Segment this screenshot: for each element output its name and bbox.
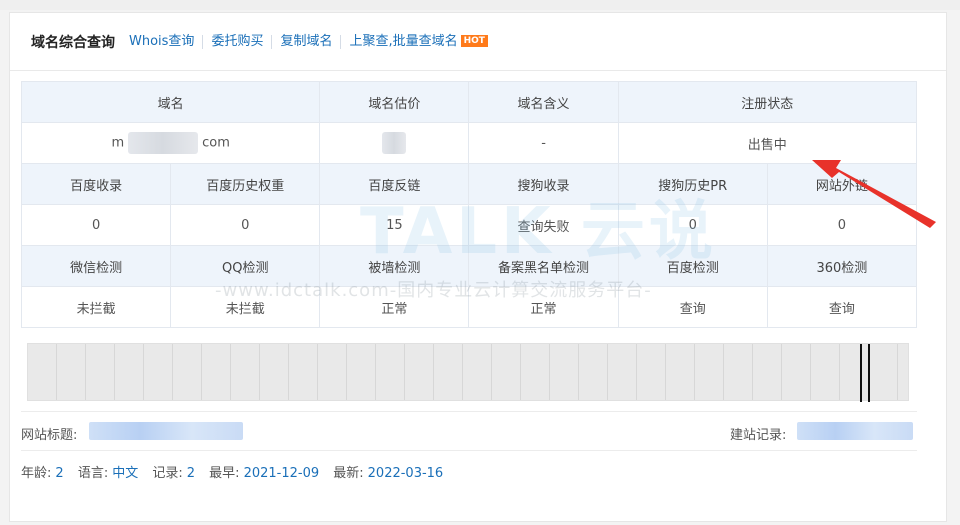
red-arrow-icon <box>812 160 936 228</box>
